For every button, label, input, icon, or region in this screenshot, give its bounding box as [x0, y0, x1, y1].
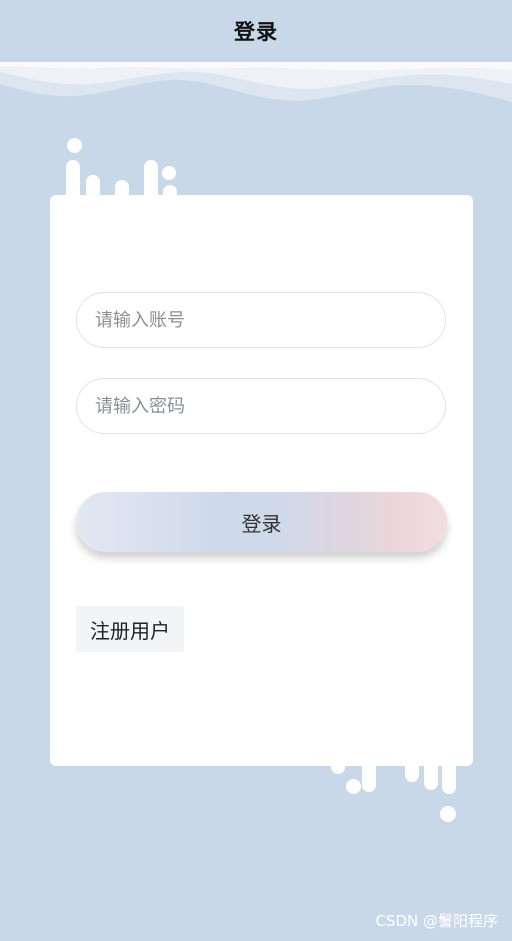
drip-dot: [393, 714, 408, 729]
watermark-text: CSDN @鬐阳程序: [375, 912, 498, 930]
drip-bar: [442, 750, 456, 794]
drip-bar: [331, 752, 345, 774]
drip-bar: [424, 742, 438, 790]
drip-bar: [405, 748, 419, 782]
drip-dot: [440, 806, 456, 822]
drip-dot: [346, 779, 361, 794]
drip-decoration-bottom: [0, 0, 512, 941]
drip-bar: [362, 732, 376, 792]
